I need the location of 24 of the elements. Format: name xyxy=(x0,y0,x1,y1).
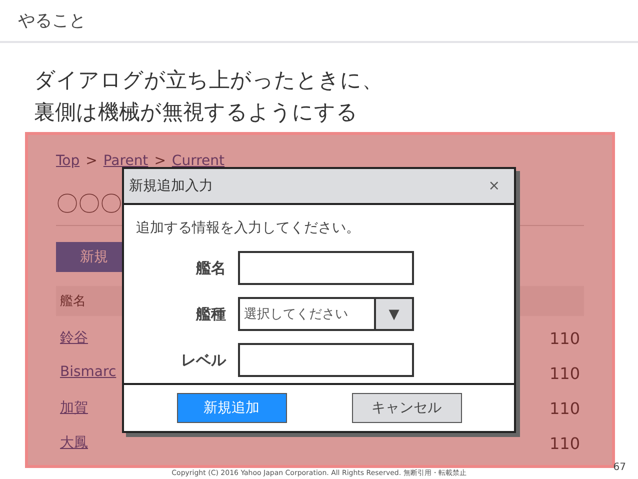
slide-title: やること xyxy=(18,10,86,32)
table-cell: 110 xyxy=(549,364,580,383)
add-button[interactable]: 新規追加 xyxy=(176,393,286,423)
breadcrumb-link[interactable]: Top xyxy=(56,153,80,169)
slide-heading-line: 裏側は機械が無視するようにする xyxy=(34,99,359,126)
field-label: レベル xyxy=(180,350,226,370)
table-cell-link[interactable]: Bismarc xyxy=(60,364,116,383)
field-label: 艦名 xyxy=(194,258,226,278)
table-cell: 110 xyxy=(549,399,580,418)
cancel-button[interactable]: キャンセル xyxy=(352,393,462,423)
table-cell: 110 xyxy=(549,434,580,453)
breadcrumb-separator: > xyxy=(154,153,166,169)
select-field[interactable]: 選択してください ▼ xyxy=(238,297,414,331)
breadcrumb-link[interactable]: Parent xyxy=(103,153,148,169)
table-cell-link[interactable]: 鈴谷 xyxy=(60,329,88,348)
page-number: 67 xyxy=(613,462,626,473)
table-cell: 110 xyxy=(549,329,580,348)
breadcrumb-separator: > xyxy=(86,153,98,169)
breadcrumb-link[interactable]: Current xyxy=(172,153,225,169)
input-field[interactable] xyxy=(238,251,414,285)
table-cell-link[interactable]: 大鳳 xyxy=(60,434,88,453)
input-field[interactable] xyxy=(238,343,414,377)
table-cell-link[interactable]: 加賀 xyxy=(60,399,88,418)
slide-heading-line: ダイアログが立ち上がったときに、 xyxy=(34,67,384,94)
